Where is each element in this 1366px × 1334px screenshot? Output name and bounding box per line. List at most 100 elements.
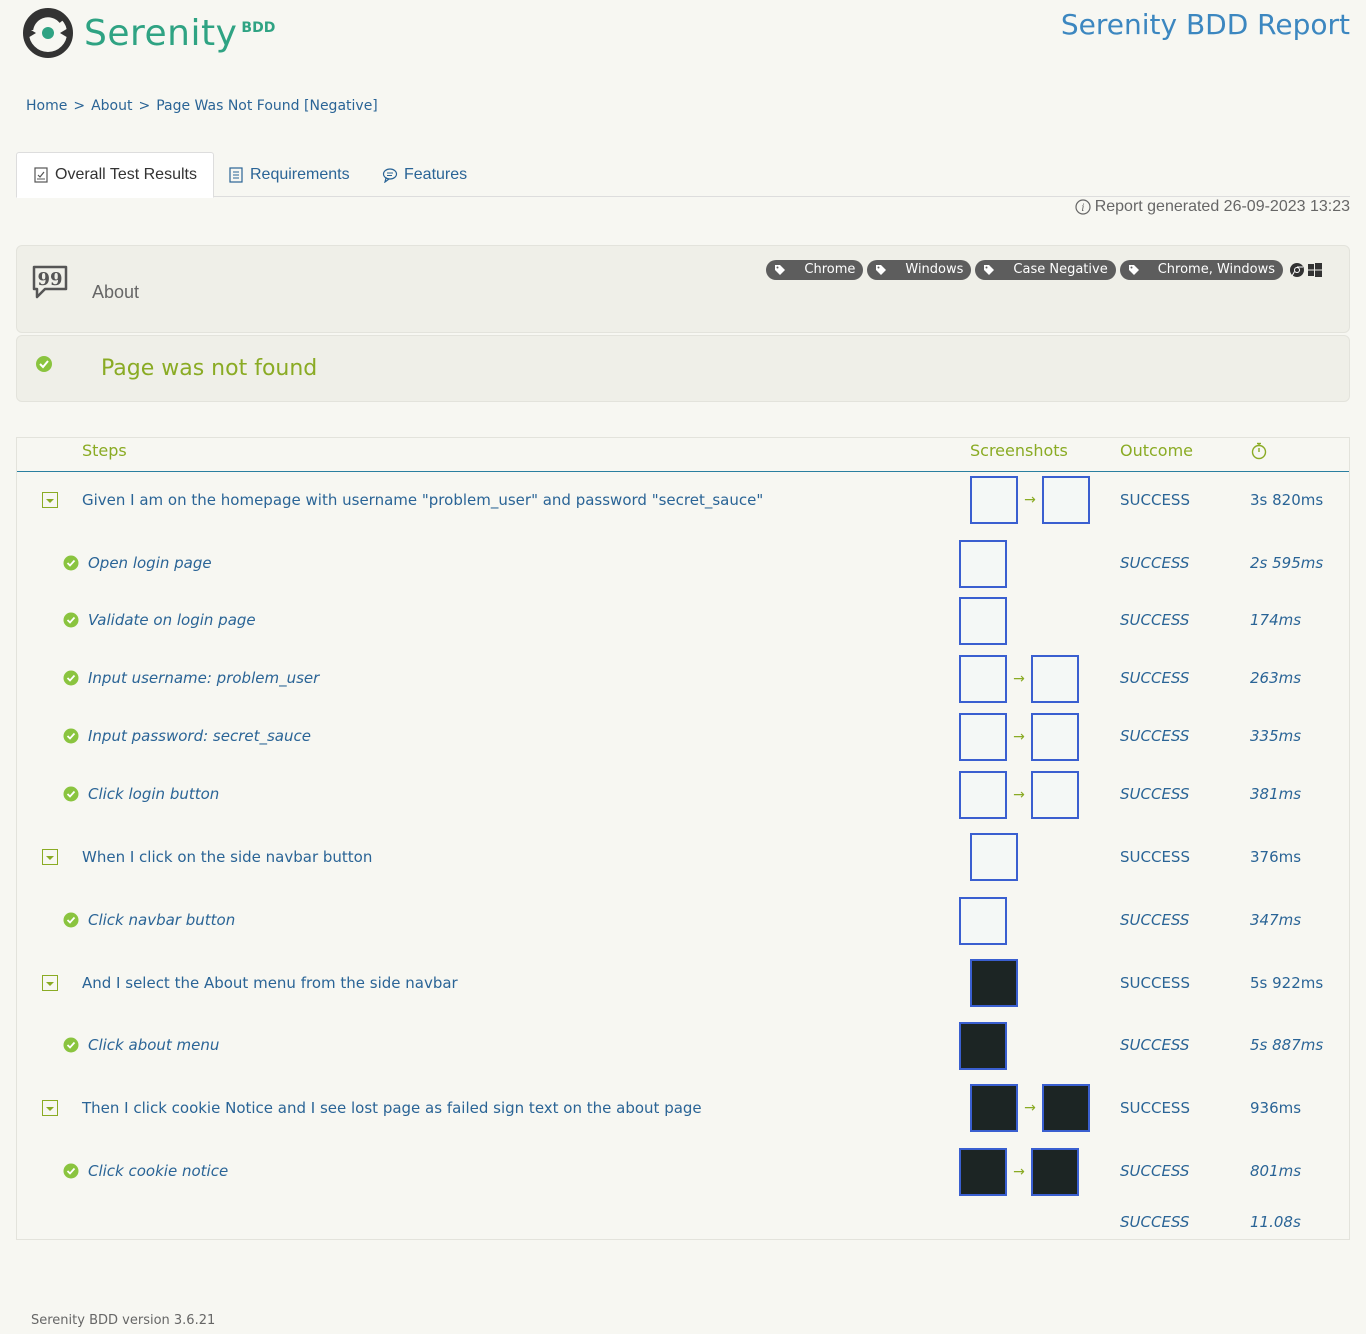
screenshot-thumbnail[interactable] bbox=[959, 1022, 1007, 1070]
substep-outcome: SUCCESS bbox=[1120, 669, 1190, 687]
screenshot-thumbnail[interactable] bbox=[959, 655, 1007, 703]
substep-outcome: SUCCESS bbox=[1120, 727, 1190, 745]
step-duration: 936ms bbox=[1250, 1099, 1302, 1117]
screenshot-thumbnail[interactable] bbox=[1031, 713, 1079, 761]
substep-duration: 801ms bbox=[1250, 1162, 1302, 1180]
arrow-icon: → bbox=[1013, 671, 1025, 687]
screenshot-thumbnail[interactable] bbox=[959, 540, 1007, 588]
substep-row: Click cookie notice → SUCCESS 801ms bbox=[17, 1148, 1349, 1198]
substep-text: Click navbar button bbox=[88, 911, 236, 929]
substep-outcome: SUCCESS bbox=[1120, 911, 1190, 929]
success-check-icon bbox=[36, 356, 52, 372]
step-screenshots: → bbox=[959, 713, 1079, 761]
success-check-icon bbox=[63, 728, 79, 744]
substep-row: Open login page SUCCESS 2s 595ms bbox=[17, 540, 1349, 590]
comment-icon bbox=[382, 167, 398, 183]
step-outcome: SUCCESS bbox=[1120, 848, 1190, 866]
screenshot-thumbnail[interactable] bbox=[959, 597, 1007, 645]
tag-case-negative[interactable]: Case Negative bbox=[975, 260, 1116, 280]
screenshot-thumbnail[interactable] bbox=[970, 959, 1018, 1007]
substep-duration: 5s 887ms bbox=[1250, 1036, 1324, 1054]
step-row: When I click on the side navbar button S… bbox=[17, 833, 1349, 883]
svg-text:99: 99 bbox=[37, 269, 62, 290]
step-text: Then I click cookie Notice and I see los… bbox=[82, 1099, 702, 1117]
breadcrumb-current[interactable]: Page Was Not Found [Negative] bbox=[156, 98, 378, 114]
screenshot-thumbnail[interactable] bbox=[1042, 1084, 1090, 1132]
tag-label: Chrome, Windows bbox=[1157, 262, 1275, 277]
substep-outcome: SUCCESS bbox=[1120, 611, 1190, 629]
success-check-icon bbox=[63, 670, 79, 686]
screenshots-column-header: Screenshots bbox=[970, 441, 1068, 460]
breadcrumb-about[interactable]: About bbox=[91, 98, 132, 114]
chevron-down-icon bbox=[46, 982, 54, 986]
arrow-icon: → bbox=[1013, 787, 1025, 803]
substep-row: Click navbar button SUCCESS 347ms bbox=[17, 897, 1349, 947]
step-row: Given I am on the homepage with username… bbox=[17, 476, 1349, 526]
tab-requirements[interactable]: Requirements bbox=[212, 152, 366, 197]
tag-windows[interactable]: Windows bbox=[867, 260, 972, 280]
screenshot-thumbnail[interactable] bbox=[959, 1148, 1007, 1196]
substep-duration: 347ms bbox=[1250, 911, 1302, 929]
breadcrumb: Home > About > Page Was Not Found [Negat… bbox=[26, 98, 378, 114]
svg-text:i: i bbox=[1081, 203, 1084, 214]
screenshot-thumbnail[interactable] bbox=[959, 771, 1007, 819]
chevron-down-icon bbox=[46, 856, 54, 860]
screenshot-thumbnail[interactable] bbox=[959, 897, 1007, 945]
screenshot-thumbnail[interactable] bbox=[959, 713, 1007, 761]
step-screenshots: → bbox=[970, 476, 1090, 524]
substep-row: Input password: secret_sauce → SUCCESS 3… bbox=[17, 713, 1349, 763]
serenity-logo[interactable]: Serenity BDD bbox=[22, 6, 275, 60]
collapse-toggle-icon[interactable] bbox=[42, 492, 58, 508]
feature-panel: 99 About Chrome Windows Case Negative Ch… bbox=[16, 245, 1350, 333]
screenshot-thumbnail[interactable] bbox=[970, 476, 1018, 524]
chevron-down-icon bbox=[46, 499, 54, 503]
tab-label: Overall Test Results bbox=[55, 166, 197, 183]
step-text: When I click on the side navbar button bbox=[82, 848, 373, 866]
substep-duration: 263ms bbox=[1250, 669, 1302, 687]
screenshot-thumbnail[interactable] bbox=[1031, 1148, 1079, 1196]
substep-text: Input password: secret_sauce bbox=[88, 727, 311, 745]
step-screenshots: → bbox=[959, 771, 1079, 819]
substep-outcome: SUCCESS bbox=[1120, 554, 1190, 572]
screenshot-thumbnail[interactable] bbox=[1042, 476, 1090, 524]
list-icon bbox=[229, 166, 243, 183]
total-duration: 11.08s bbox=[1250, 1213, 1301, 1231]
breadcrumb-separator: > bbox=[138, 98, 151, 114]
tag-icon bbox=[984, 264, 995, 275]
collapse-toggle-icon[interactable] bbox=[42, 975, 58, 991]
breadcrumb-home[interactable]: Home bbox=[26, 98, 67, 114]
step-outcome: SUCCESS bbox=[1120, 491, 1190, 509]
success-check-icon bbox=[63, 612, 79, 628]
tag-icon bbox=[775, 264, 786, 275]
screenshot-thumbnail[interactable] bbox=[970, 833, 1018, 881]
platform-icons bbox=[1289, 262, 1323, 278]
outcome-column-header: Outcome bbox=[1120, 441, 1194, 460]
step-screenshots bbox=[959, 897, 1007, 945]
screenshot-thumbnail[interactable] bbox=[1031, 771, 1079, 819]
step-duration: 3s 820ms bbox=[1250, 491, 1324, 509]
scenario-title: Page was not found bbox=[101, 356, 318, 381]
chevron-down-icon bbox=[46, 1107, 54, 1111]
substep-duration: 174ms bbox=[1250, 611, 1302, 629]
step-screenshots bbox=[959, 597, 1007, 645]
screenshot-thumbnail[interactable] bbox=[1031, 655, 1079, 703]
tab-overall-test-results[interactable]: Overall Test Results bbox=[16, 152, 214, 198]
success-check-icon bbox=[63, 555, 79, 571]
steps-column-header: Steps bbox=[82, 441, 127, 460]
screenshot-thumbnail[interactable] bbox=[970, 1084, 1018, 1132]
report-generated-text: Report generated 26-09-2023 13:23 bbox=[1094, 198, 1350, 215]
step-screenshots bbox=[959, 540, 1007, 588]
substep-duration: 381ms bbox=[1250, 785, 1302, 803]
step-screenshots: → bbox=[959, 1148, 1079, 1196]
collapse-toggle-icon[interactable] bbox=[42, 1100, 58, 1116]
success-check-icon bbox=[63, 1037, 79, 1053]
substep-text: Open login page bbox=[88, 554, 212, 572]
tab-features[interactable]: Features bbox=[366, 152, 483, 197]
tag-chrome[interactable]: Chrome bbox=[766, 260, 864, 280]
arrow-icon: → bbox=[1013, 729, 1025, 745]
tag-chrome-windows[interactable]: Chrome, Windows bbox=[1119, 260, 1283, 280]
total-outcome: SUCCESS bbox=[1120, 1213, 1190, 1231]
collapse-toggle-icon[interactable] bbox=[42, 849, 58, 865]
footer-version: Serenity BDD version 3.6.21 bbox=[31, 1313, 216, 1328]
steps-table-header: Steps Screenshots Outcome bbox=[17, 438, 1349, 472]
